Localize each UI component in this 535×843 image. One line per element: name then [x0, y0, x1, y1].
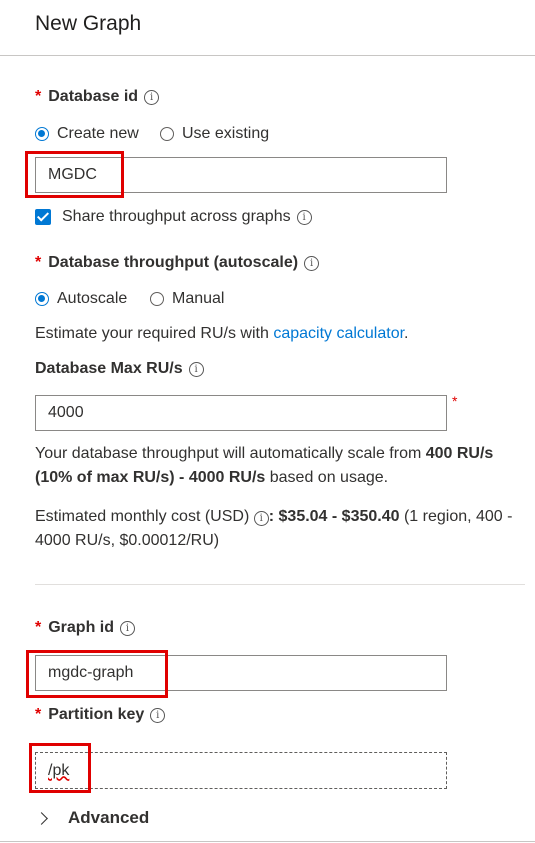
max-rus-label-text: Database Max RU/s: [35, 360, 183, 377]
radio-selected-icon[interactable]: [35, 292, 49, 306]
radio-manual[interactable]: Manual: [150, 290, 224, 308]
highlight-box-partition-key: [29, 743, 91, 793]
partition-key-label-text: Partition key: [48, 706, 145, 723]
info-icon[interactable]: i: [253, 511, 269, 526]
radio-use-existing-label: Use existing: [182, 125, 270, 142]
cost-estimate-text: Estimated monthly cost (USD) i: $35.04 -…: [35, 508, 513, 549]
autoscale-info-text: Your database throughput will automatica…: [35, 442, 520, 490]
estimate-suffix: .: [404, 325, 409, 342]
checkbox-checked-icon[interactable]: [35, 209, 51, 225]
share-throughput-label: Share throughput across graphs: [62, 208, 291, 225]
required-marker: *: [35, 619, 42, 636]
section-divider: [35, 584, 525, 585]
radio-autoscale-label: Autoscale: [57, 290, 128, 307]
radio-autoscale[interactable]: Autoscale: [35, 290, 127, 308]
page-title: New Graph: [35, 12, 142, 35]
info-icon[interactable]: i: [304, 255, 320, 271]
database-id-label: * Database id i: [35, 88, 160, 106]
estimate-prefix: Estimate your required RU/s with: [35, 325, 274, 342]
cost-range: $35.04 - $350.40: [278, 508, 400, 525]
required-marker: *: [35, 254, 42, 271]
max-rus-value: 4000: [48, 404, 84, 421]
max-rus-label: Database Max RU/s i: [35, 360, 204, 378]
header-divider: [0, 55, 535, 56]
advanced-label: Advanced: [68, 808, 150, 827]
partition-key-input[interactable]: /pk: [35, 752, 447, 789]
info-icon[interactable]: i: [150, 707, 166, 723]
radio-create-new[interactable]: Create new: [35, 125, 139, 143]
radio-manual-label: Manual: [172, 290, 225, 307]
radio-selected-icon[interactable]: [35, 127, 49, 141]
info-icon[interactable]: i: [296, 209, 312, 225]
radio-unselected-icon[interactable]: [150, 292, 164, 306]
database-id-label-text: Database id: [48, 88, 139, 105]
advanced-toggle[interactable]: Advanced: [35, 808, 150, 828]
scale-text-2: based on usage.: [265, 469, 389, 486]
graph-id-label-text: Graph id: [48, 619, 115, 636]
highlight-box-database-id: [25, 151, 124, 198]
chevron-right-icon: [35, 811, 48, 825]
estimate-text: Estimate your required RU/s with capacit…: [35, 322, 409, 346]
partition-key-label: * Partition key i: [35, 706, 166, 724]
max-rus-input[interactable]: 4000: [35, 395, 447, 431]
radio-use-existing[interactable]: Use existing: [160, 125, 269, 143]
scale-text-1: Your database throughput will automatica…: [35, 445, 426, 462]
throughput-label: * Database throughput (autoscale) i: [35, 254, 320, 272]
radio-create-new-label: Create new: [57, 125, 139, 142]
required-marker: *: [452, 393, 458, 409]
radio-unselected-icon[interactable]: [160, 127, 174, 141]
cost-prefix: Estimated monthly cost (USD): [35, 508, 254, 525]
required-marker: *: [35, 706, 42, 723]
footer-divider: [0, 841, 535, 842]
share-throughput-checkbox[interactable]: Share throughput across graphs i: [35, 208, 312, 226]
required-marker: *: [35, 88, 42, 105]
throughput-label-text: Database throughput (autoscale): [48, 254, 299, 271]
info-icon[interactable]: i: [188, 361, 204, 377]
graph-id-label: * Graph id i: [35, 619, 136, 637]
capacity-calculator-link[interactable]: capacity calculator: [273, 325, 404, 342]
info-icon[interactable]: i: [144, 89, 160, 105]
highlight-box-graph-id: [26, 650, 168, 698]
info-icon[interactable]: i: [120, 620, 136, 636]
